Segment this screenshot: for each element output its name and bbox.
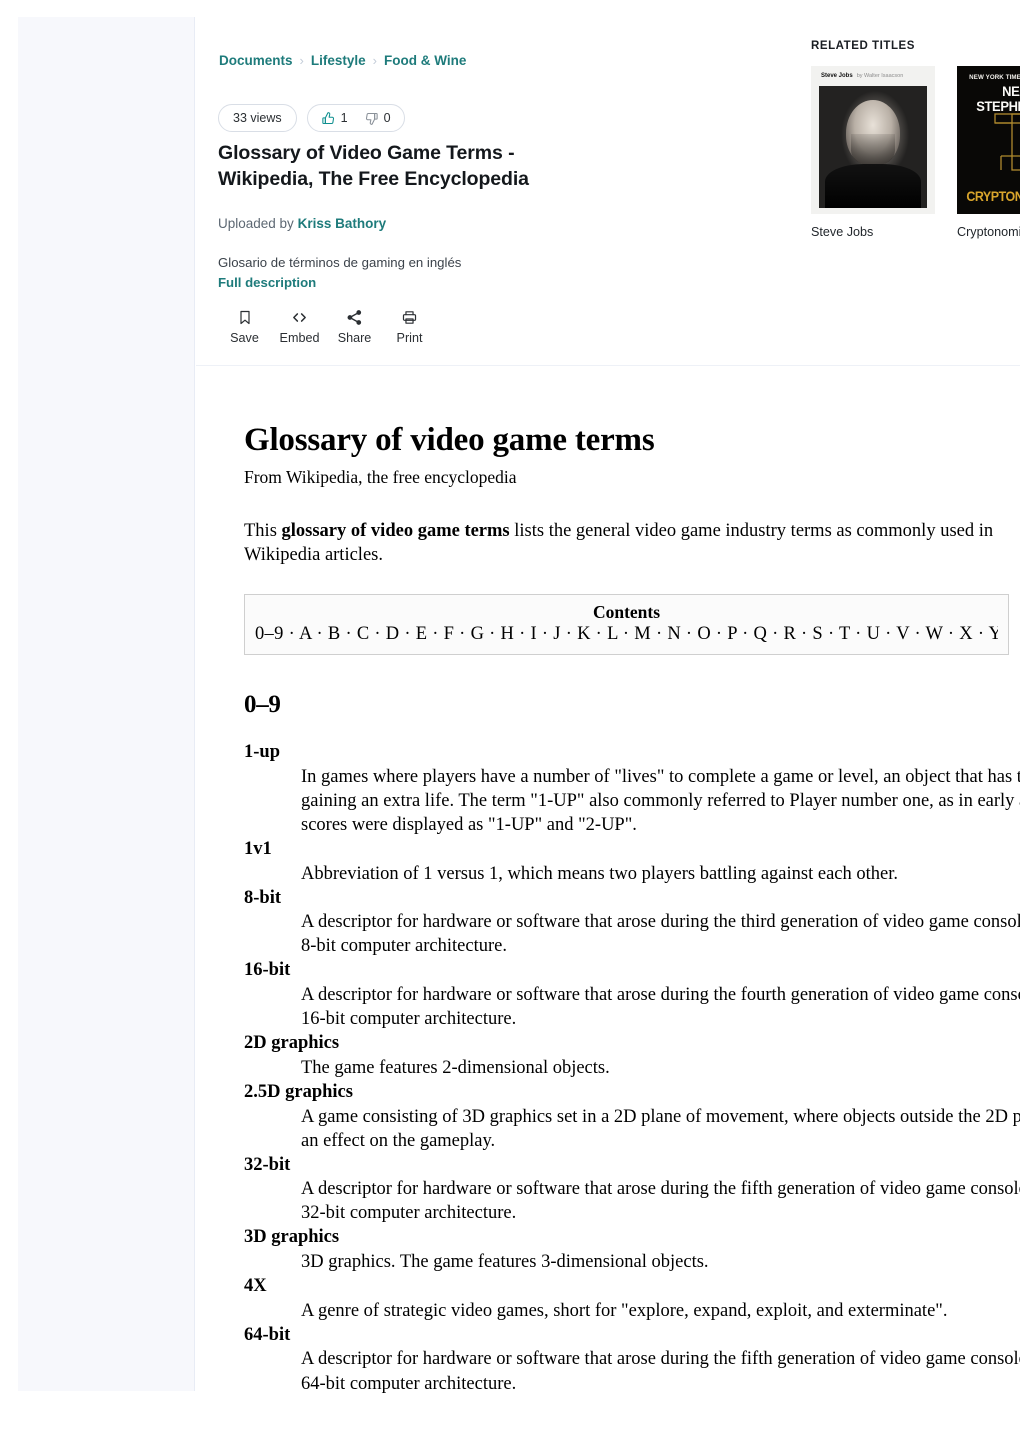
description-text: Glosario de términos de gaming en inglés bbox=[218, 255, 462, 270]
glossary-term: 8-bit bbox=[244, 887, 281, 908]
book-cover-steve-jobs[interactable]: Steve Jobs by Walter Isaacson bbox=[811, 66, 935, 214]
section-heading: 0–9 bbox=[244, 691, 281, 719]
document-header: Documents › Lifestyle › Food & Wine 33 v… bbox=[196, 0, 1020, 366]
cover-author-text: NEAL STEPHENSON bbox=[976, 84, 1020, 114]
glossary-definition: The game features 2-dimensional objects. bbox=[301, 1057, 610, 1078]
glossary-definition: Abbreviation of 1 versus 1, which means … bbox=[301, 863, 898, 884]
cover-artwork bbox=[819, 86, 927, 208]
cover-title-text: CRYPTONOMICON bbox=[966, 189, 1020, 204]
glossary-definition: A genre of strategic video games, short … bbox=[301, 1300, 948, 1321]
glossary-definition: A descriptor for hardware or software th… bbox=[301, 912, 1020, 957]
breadcrumb-item-documents[interactable]: Documents bbox=[219, 53, 293, 68]
cover-title-text: Steve Jobs bbox=[821, 73, 853, 79]
article-intro: This glossary of video game terms lists … bbox=[244, 519, 1020, 567]
embed-label: Embed bbox=[279, 331, 320, 345]
thumbs-up-icon bbox=[321, 111, 336, 126]
glossary-definition: A descriptor for hardware or software th… bbox=[301, 1349, 1020, 1394]
downvote-count: 0 bbox=[383, 111, 391, 125]
share-icon bbox=[346, 308, 363, 326]
glossary-definition: A game consisting of 3D graphics set in … bbox=[301, 1106, 1020, 1151]
print-label: Print bbox=[396, 331, 423, 345]
breadcrumb-item-food-and-wine[interactable]: Food & Wine bbox=[384, 53, 466, 68]
breadcrumb-separator-icon: › bbox=[372, 53, 377, 68]
cover-banner-text: NEW YORK TIMES BESTSELLER bbox=[969, 74, 1020, 81]
uploader-link[interactable]: Kriss Bathory bbox=[298, 216, 387, 231]
save-label: Save bbox=[230, 331, 259, 345]
intro-bold: glossary of video game terms bbox=[281, 520, 510, 541]
article-heading: Glossary of video game terms bbox=[244, 422, 655, 458]
related-titles-heading: RELATED TITLES bbox=[811, 40, 915, 52]
glossary-term: 2D graphics bbox=[244, 1033, 340, 1054]
glossary-term: 1-up bbox=[244, 742, 280, 763]
glossary-list: 1-up In games where players have a numbe… bbox=[244, 741, 1020, 1396]
related-title-item[interactable]: NEW YORK TIMES BESTSELLER NEAL STEPHENSO… bbox=[957, 66, 1020, 278]
cover-top-line: Steve Jobs by Walter Isaacson bbox=[821, 73, 927, 79]
related-title-item[interactable]: Steve Jobs by Walter Isaacson Steve Jobs bbox=[811, 66, 935, 278]
bookmark-icon bbox=[237, 308, 253, 326]
article-source: From Wikipedia, the free encyclopedia bbox=[244, 466, 517, 487]
book-cover-cryptonomicon[interactable]: NEW YORK TIMES BESTSELLER NEAL STEPHENSO… bbox=[957, 66, 1020, 214]
print-button[interactable]: Print bbox=[382, 308, 437, 345]
cover-body-shape bbox=[825, 164, 921, 208]
thumbs-down-icon bbox=[364, 111, 379, 126]
full-description-link[interactable]: Full description bbox=[218, 275, 316, 290]
left-gutter bbox=[18, 17, 195, 1391]
related-title-caption: Steve Jobs bbox=[811, 225, 874, 239]
views-badge: 33 views bbox=[218, 104, 297, 132]
save-button[interactable]: Save bbox=[217, 308, 272, 345]
upvote-count: 1 bbox=[340, 111, 348, 125]
toc-title: Contents bbox=[592, 602, 661, 623]
cover-cross-artwork bbox=[981, 112, 1020, 177]
glossary-term: 1v1 bbox=[244, 838, 272, 859]
document-description: Glosario de términos de gaming en inglés… bbox=[218, 253, 463, 293]
table-of-contents: Contents 0–9 · A · B · C · D · E · F · G… bbox=[244, 594, 1009, 656]
glossary-term: 32-bit bbox=[244, 1154, 291, 1175]
cover-author-text: by Walter Isaacson bbox=[856, 73, 904, 79]
downvote-button[interactable]: 0 bbox=[364, 111, 391, 126]
toc-letter-links[interactable]: 0–9 · A · B · C · D · E · F · G · H · I … bbox=[255, 624, 998, 645]
printer-icon bbox=[401, 308, 418, 326]
document-viewer[interactable]: Glossary of video game terms From Wikipe… bbox=[196, 366, 1020, 1443]
document-stats: 33 views 1 0 bbox=[218, 104, 405, 132]
upvote-button[interactable]: 1 bbox=[321, 111, 348, 126]
uploader-line: Uploaded by Kriss Bathory bbox=[218, 216, 386, 231]
related-title-caption: Cryptonomicon bbox=[957, 225, 1020, 239]
breadcrumb-item-lifestyle[interactable]: Lifestyle bbox=[311, 53, 366, 68]
glossary-term: 3D graphics bbox=[244, 1227, 340, 1248]
share-button[interactable]: Share bbox=[327, 308, 382, 345]
glossary-definition: A descriptor for hardware or software th… bbox=[301, 1179, 1020, 1224]
document-page: Glossary of video game terms From Wikipe… bbox=[244, 366, 1020, 1397]
vote-badge-group: 1 0 bbox=[306, 104, 405, 132]
glossary-term: 4X bbox=[244, 1276, 267, 1297]
glossary-term: 2.5D graphics bbox=[244, 1081, 353, 1102]
glossary-term: 64-bit bbox=[244, 1324, 291, 1345]
uploaded-by-label: Uploaded by bbox=[218, 216, 294, 231]
intro-before: This bbox=[244, 520, 282, 541]
cover-beard-shape bbox=[851, 134, 895, 166]
document-action-bar: Save Embed Share Print bbox=[217, 308, 437, 345]
related-titles-section: RELATED TITLES Steve Jobs by Walter Isaa… bbox=[811, 40, 1020, 278]
glossary-definition: 3D graphics. The game features 3-dimensi… bbox=[301, 1252, 709, 1273]
glossary-definition: A descriptor for hardware or software th… bbox=[301, 985, 1020, 1030]
share-label: Share bbox=[337, 331, 372, 345]
page-title: Glossary of Video Game Terms - Wikipedia… bbox=[218, 142, 529, 191]
embed-button[interactable]: Embed bbox=[272, 308, 327, 345]
related-titles-carousel: Steve Jobs by Walter Isaacson Steve Jobs… bbox=[811, 66, 1020, 278]
glossary-definition: In games where players have a number of … bbox=[301, 766, 1020, 835]
page-root: Documents › Lifestyle › Food & Wine 33 v… bbox=[0, 0, 1020, 1443]
breadcrumb: Documents › Lifestyle › Food & Wine bbox=[219, 53, 466, 68]
glossary-term: 16-bit bbox=[244, 960, 291, 981]
breadcrumb-separator-icon: › bbox=[299, 53, 304, 68]
code-icon bbox=[290, 308, 309, 326]
